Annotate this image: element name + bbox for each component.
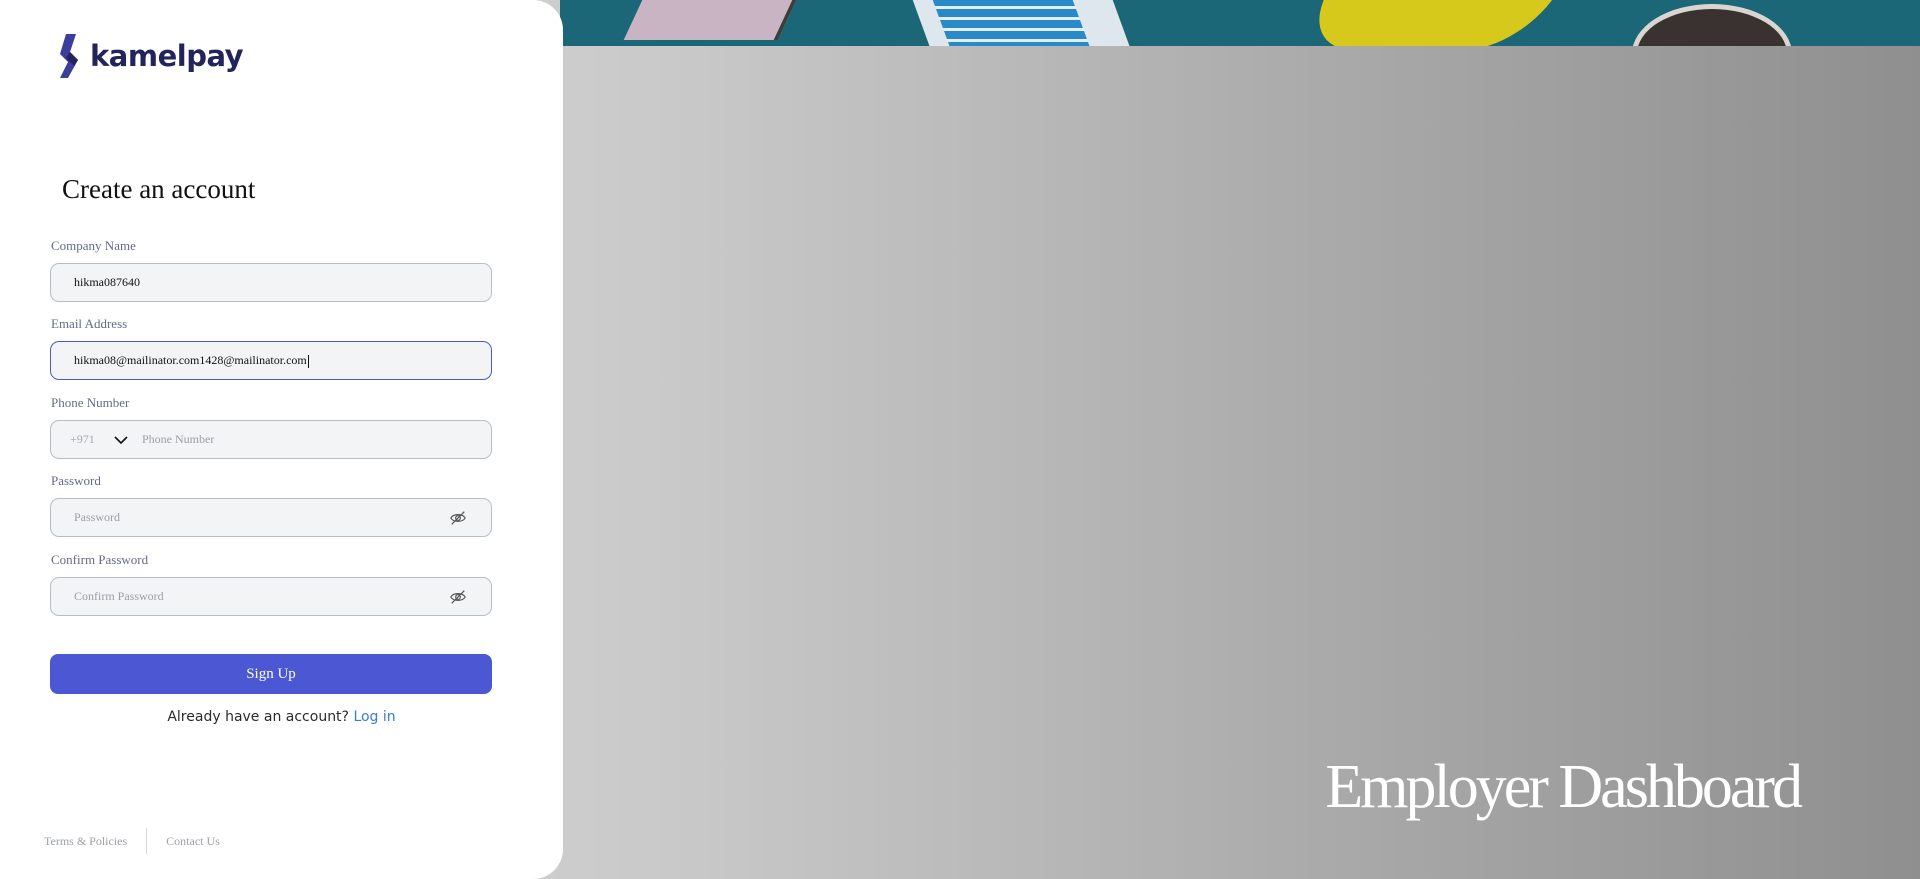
- kamelpay-logo-icon: [60, 34, 78, 78]
- brand-name: kamelpay: [90, 39, 244, 73]
- brand-logo[interactable]: kamelpay: [56, 32, 244, 80]
- login-prompt: Already have an account? Log in: [0, 709, 563, 725]
- confirm-password-label: Confirm Password: [51, 552, 149, 567]
- login-link[interactable]: Log in: [353, 709, 395, 725]
- email-label: Email Address: [51, 316, 128, 331]
- company-name-value: hikma087640: [74, 275, 140, 289]
- phone-label: Phone Number: [51, 395, 130, 410]
- page-title: Create an account: [62, 174, 256, 204]
- confirm-password-placeholder: Confirm Password: [74, 589, 164, 603]
- footer-divider: [146, 828, 148, 854]
- password-input[interactable]: Password: [50, 498, 492, 537]
- sign-up-button[interactable]: Sign Up: [50, 654, 492, 694]
- terms-link[interactable]: Terms & Policies: [44, 834, 127, 849]
- password-label: Password: [51, 473, 101, 488]
- company-name-label: Company Name: [51, 238, 136, 253]
- hero-title: Employer Dashboard: [1325, 753, 1803, 821]
- contact-link[interactable]: Contact Us: [166, 834, 220, 849]
- login-prompt-text: Already have an account?: [167, 709, 349, 725]
- hero-image: [560, 0, 1920, 46]
- email-input[interactable]: hikma08@mailinator.com1428@mailinator.co…: [50, 341, 492, 380]
- footer: Terms & Policies Contact Us: [44, 828, 220, 854]
- company-name-input[interactable]: hikma087640: [50, 263, 492, 302]
- password-placeholder: Password: [74, 510, 121, 524]
- email-value: hikma08@mailinator.com1428@mailinator.co…: [74, 353, 307, 367]
- text-cursor: [307, 354, 309, 368]
- chevron-down-icon[interactable]: [114, 435, 128, 445]
- eye-off-icon[interactable]: [449, 588, 467, 606]
- eye-off-icon[interactable]: [449, 509, 467, 527]
- confirm-password-input[interactable]: Confirm Password: [50, 577, 492, 616]
- country-code-select[interactable]: +971: [70, 432, 106, 447]
- phone-number-input[interactable]: Phone Number: [142, 432, 214, 447]
- signup-card: kamelpay Create an account Company Name …: [0, 0, 563, 879]
- phone-field: +971 Phone Number: [50, 420, 492, 459]
